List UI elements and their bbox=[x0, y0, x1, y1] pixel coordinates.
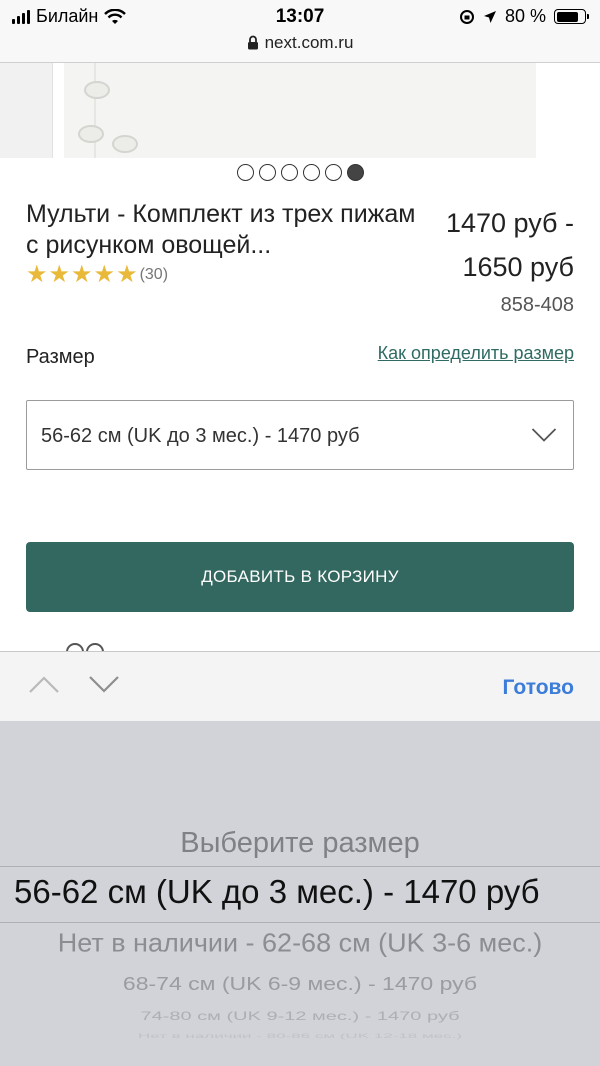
picker-option[interactable]: Нет в наличии - 62-68 см (UK 3-6 мес.) bbox=[0, 927, 600, 960]
garment-seam bbox=[94, 63, 96, 158]
size-guide-link[interactable]: Как определить размер bbox=[378, 343, 574, 364]
location-icon bbox=[483, 10, 496, 23]
review-count[interactable]: (30) bbox=[140, 266, 168, 284]
done-button[interactable]: Готово bbox=[503, 676, 574, 700]
star-icon: ★ bbox=[26, 261, 48, 288]
product-rating[interactable]: ★★★★★ (30) bbox=[26, 263, 168, 287]
size-select[interactable]: 56-62 см (UK до 3 мес.) - 1470 руб bbox=[26, 400, 574, 470]
size-picker-wheel[interactable]: Выберите размер 56-62 см (UK до 3 мес.) -… bbox=[0, 721, 600, 1066]
url-text: next.com.ru bbox=[264, 33, 354, 52]
picker-option[interactable]: Нет в наличии - 80-86 см (UK 12-18 мес.) bbox=[0, 1031, 600, 1041]
carousel-dot[interactable] bbox=[324, 164, 342, 181]
status-right: 80 % bbox=[459, 6, 589, 27]
star-icon: ★ bbox=[48, 261, 71, 288]
picker-option[interactable]: 74-80 см (UK 9-12 мес.) - 1470 руб bbox=[0, 1008, 600, 1025]
snap-button-graphic bbox=[78, 125, 104, 143]
carousel-pager[interactable] bbox=[0, 164, 600, 181]
product-sku: 858-408 bbox=[500, 294, 574, 316]
product-title: Мульти - Комплект из трех пижам с рисунк… bbox=[26, 200, 416, 259]
chevron-down-icon bbox=[531, 428, 557, 442]
picker-option[interactable]: 68-74 см (UK 6-9 мес.) - 1470 руб bbox=[0, 971, 600, 996]
carousel-dot[interactable] bbox=[258, 164, 276, 181]
next-image[interactable] bbox=[546, 63, 600, 158]
add-to-cart-button[interactable]: ДОБАВИТЬ В КОРЗИНУ bbox=[26, 542, 574, 612]
size-label: Размер bbox=[26, 346, 95, 368]
product-image[interactable] bbox=[64, 63, 536, 158]
price-line-1: 1470 руб - bbox=[445, 208, 574, 238]
price-line-2: 1650 руб bbox=[462, 252, 574, 282]
address-bar[interactable]: next.com.ru bbox=[0, 32, 600, 63]
carousel-dot[interactable] bbox=[280, 164, 298, 181]
star-icon: ★ bbox=[71, 261, 93, 288]
picker-option-selected[interactable]: 56-62 см (UK до 3 мес.) - 1470 руб bbox=[14, 871, 600, 912]
price-range: 1470 руб - 1650 руб bbox=[414, 201, 574, 289]
rotation-lock-icon bbox=[459, 9, 474, 24]
previous-image[interactable] bbox=[0, 63, 53, 158]
rating-stars: ★★★★★ bbox=[26, 263, 139, 287]
status-bar: Билайн 13:07 80 % bbox=[0, 0, 600, 32]
battery-icon bbox=[554, 9, 589, 24]
snap-button-graphic bbox=[84, 81, 110, 99]
product-image-carousel[interactable] bbox=[0, 63, 600, 158]
picker-selection-bottom bbox=[0, 922, 600, 923]
lock-icon bbox=[247, 35, 258, 50]
carousel-dot[interactable] bbox=[346, 164, 364, 181]
picker-option[interactable]: Выберите размер bbox=[0, 825, 600, 862]
carousel-dot[interactable] bbox=[236, 164, 254, 181]
picker-selection-top bbox=[0, 866, 600, 867]
keyboard-accessory-bar: Готово bbox=[0, 651, 600, 722]
size-select-value: 56-62 см (UK до 3 мес.) - 1470 руб bbox=[41, 425, 360, 447]
battery-fill bbox=[556, 11, 579, 22]
chevron-up-icon[interactable] bbox=[28, 674, 60, 694]
star-icon: ★ bbox=[116, 261, 138, 288]
battery-percent: 80 % bbox=[504, 6, 546, 26]
snap-button-graphic bbox=[112, 135, 138, 153]
chevron-down-icon[interactable] bbox=[88, 674, 120, 694]
carousel-dot[interactable] bbox=[302, 164, 320, 181]
star-icon: ★ bbox=[93, 261, 116, 288]
